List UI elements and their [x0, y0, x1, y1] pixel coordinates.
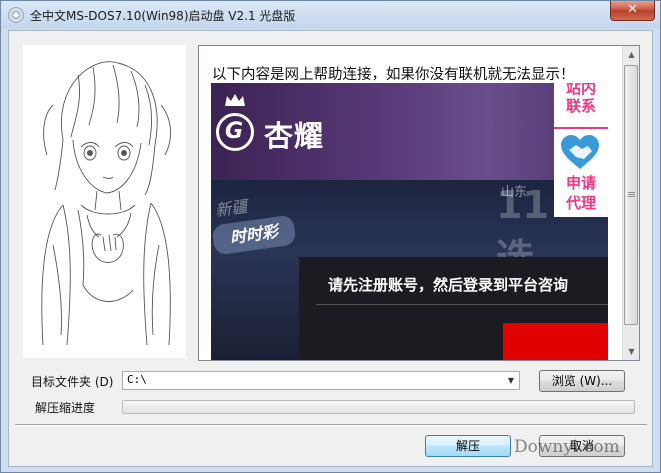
handshake-heart-icon: [561, 135, 599, 169]
button-separator: [15, 424, 647, 426]
register-prompt-text: 请先注册账号，然后登录到平台咨询: [328, 276, 569, 294]
lottery-right-big: 11选5: [496, 183, 549, 326]
logo-g-mark: G: [225, 119, 244, 144]
target-folder-combobox[interactable]: C:\ ▼: [122, 371, 520, 390]
contact-link[interactable]: 站内 联系: [554, 83, 608, 119]
dialog-client-area: 以下内容是网上帮助连接，如果你没有联机就无法显示！ G 杏耀 新疆 时时彩 山东…: [8, 30, 653, 467]
scroll-thumb[interactable]: [624, 65, 638, 325]
dialog-window: 全中文MS-DOS7.10(Win98)启动盘 V2.1 光盘版 ✕ 以下内容是…: [0, 0, 661, 473]
extract-button[interactable]: 解压: [425, 435, 511, 457]
lottery-left-title: 新疆: [214, 196, 249, 221]
help-content-frame: 以下内容是网上帮助连接，如果你没有联机就无法显示！ G 杏耀 新疆 时时彩 山东…: [198, 45, 640, 361]
crown-icon: [225, 94, 245, 106]
cd-disc-icon: [8, 7, 24, 23]
title-bar[interactable]: 全中文MS-DOS7.10(Win98)启动盘 V2.1 光盘版 ✕: [1, 1, 660, 29]
target-folder-label: 目标文件夹 (D): [31, 375, 114, 389]
red-action-block[interactable]: [503, 323, 608, 360]
progress-label: 解压缩进度: [35, 401, 96, 415]
scroll-down-arrow-icon[interactable]: ▼: [623, 343, 640, 360]
prompt-divider: [316, 304, 608, 305]
browse-button[interactable]: 浏览 (W)...: [539, 370, 625, 392]
vertical-scrollbar[interactable]: ▲ ▼: [622, 46, 639, 360]
target-folder-value: C:\: [127, 373, 147, 386]
anime-girl-sketch-image: [23, 45, 186, 358]
scroll-up-arrow-icon[interactable]: ▲: [623, 46, 640, 63]
brand-logo-text: 杏耀: [264, 119, 325, 153]
close-button[interactable]: ✕: [610, 1, 655, 21]
scroll-grip-icon: [628, 192, 635, 198]
dropdown-arrow-icon[interactable]: ▼: [503, 372, 519, 389]
ad-banner-image[interactable]: G 杏耀 新疆 时时彩 山东 11选5 站内 联系 申请 代理 请先注册账号，然…: [211, 83, 608, 360]
window-title: 全中文MS-DOS7.10(Win98)启动盘 V2.1 光盘版: [30, 9, 296, 23]
extract-progress-bar: [122, 400, 635, 414]
side-service-panel: 站内 联系 申请 代理: [554, 83, 608, 217]
side-divider: [554, 127, 608, 129]
help-notice-text: 以下内容是网上帮助连接，如果你没有联机就无法显示！: [212, 67, 575, 83]
apply-agent-link[interactable]: 申请 代理: [554, 173, 608, 217]
site-watermark: Downyi.com: [514, 437, 620, 457]
